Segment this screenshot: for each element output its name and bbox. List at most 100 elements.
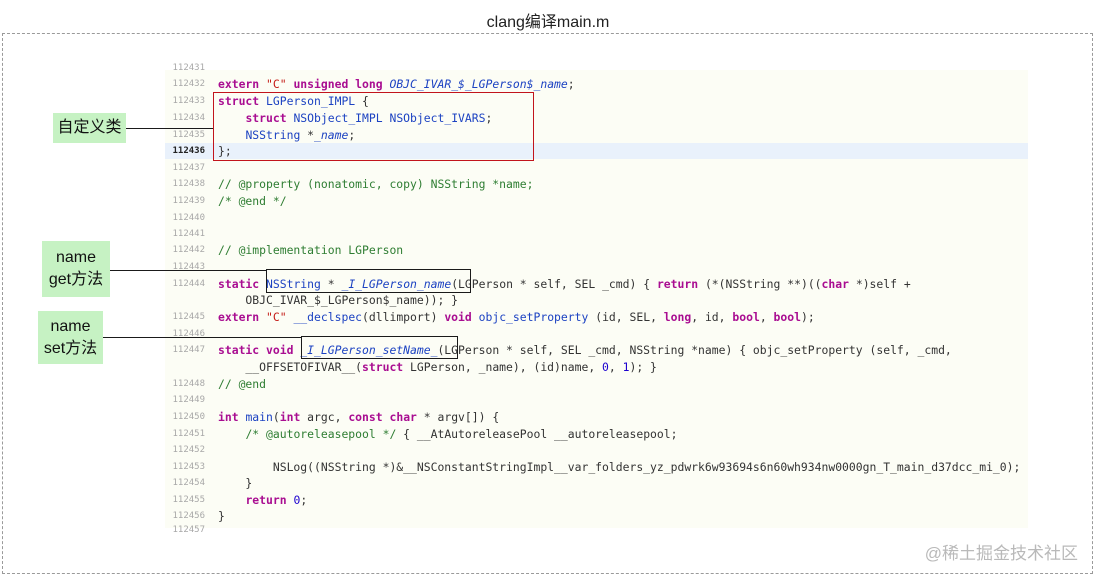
code-token: struct — [362, 360, 404, 374]
name-setter-label: name set方法 — [38, 311, 103, 364]
code-token: (*(NSString **)(( — [698, 277, 822, 291]
line-number: 112446 — [172, 329, 205, 339]
code-token: main — [245, 410, 273, 424]
line-number: 112434 — [172, 113, 205, 123]
name-getter-label: name get方法 — [42, 241, 110, 297]
line-number: 112455 — [172, 495, 205, 505]
name-getter-label-line2: get方法 — [48, 271, 104, 288]
code-line: 112447 static void _I_LGPerson_setName_(L… — [165, 342, 952, 359]
code-line: 112431 — [165, 60, 218, 77]
code-token: * argv[]) { — [416, 410, 500, 424]
code-line: 112432 extern "C" unsigned long OBJC_IVAR… — [165, 76, 575, 93]
code-token: } — [218, 476, 253, 490]
code-token: ); — [800, 310, 815, 324]
code-token: argc, — [300, 410, 349, 424]
code-token: __OFFSETOFIVAR__( — [218, 360, 363, 374]
custom-class-label: 自定义类 — [53, 113, 126, 143]
code-line: 112457 — [165, 522, 218, 539]
code-line: 112438 // @property (nonatomic, copy) NSS… — [165, 176, 533, 193]
custom-class-leader-line — [126, 128, 213, 129]
code-token: "C" — [266, 310, 287, 324]
line-number: 112437 — [172, 163, 205, 173]
code-token: __declspec — [293, 310, 363, 324]
line-number: 112439 — [172, 196, 205, 206]
line-number: 112453 — [172, 462, 205, 472]
code-line: 112442 // @implementation LGPerson — [165, 242, 403, 259]
line-number: 112445 — [172, 312, 205, 322]
code-line: 112445 extern "C" __declspec(dllimport) v… — [165, 309, 815, 326]
code-token: (id, SEL, — [588, 310, 664, 324]
code-line: 112439 /* @end */ — [165, 193, 287, 210]
code-token: static void — [218, 343, 294, 357]
code-token: ; — [567, 77, 575, 91]
code-line: 112441 — [165, 226, 218, 243]
code-token: ); } — [629, 360, 657, 374]
line-number: 112454 — [172, 478, 205, 488]
code-token: return — [656, 277, 699, 291]
name-setter-label-line1: name — [50, 317, 91, 335]
code-token: // @property (nonatomic, copy) NSString … — [218, 177, 534, 191]
code-token: (LGPerson * self, SEL _cmd) { — [451, 277, 657, 291]
code-line: 112446 — [165, 326, 218, 343]
code-token: } — [218, 509, 225, 523]
code-line: 112453 NSLog((NSString *)&__NSConstantSt… — [165, 459, 1020, 476]
getter-leader-line — [110, 270, 266, 271]
code-token: unsigned long — [293, 77, 383, 91]
page-title: clang编译main.m — [486, 14, 610, 31]
code-line: 112455 return 0; — [165, 492, 307, 509]
line-number: 112432 — [172, 79, 205, 89]
line-number: 112431 — [172, 63, 205, 73]
code-line: 112437 — [165, 160, 218, 177]
code-token: , — [608, 360, 623, 374]
code-token: (LGPerson * self, SEL _cmd, NSString *na… — [437, 343, 952, 357]
line-number: 112452 — [172, 445, 205, 455]
line-number: 112433 — [172, 96, 205, 106]
code-token: { __AtAutoreleasePool __autoreleasepool; — [396, 427, 678, 441]
code-token: // @implementation LGPerson — [218, 243, 404, 257]
code-line: 112440 — [165, 210, 218, 227]
line-number: 112449 — [172, 395, 205, 405]
code-line: 112449 — [165, 392, 218, 409]
line-number: 112435 — [172, 130, 205, 140]
getter-highlight-box — [266, 269, 471, 293]
code-token: 0 — [602, 360, 609, 374]
line-number: 112444 — [172, 279, 205, 289]
code-token: char — [821, 277, 849, 291]
line-number: 112450 — [172, 412, 205, 422]
code-line: 112443 — [165, 259, 218, 276]
code-token: void — [444, 310, 472, 324]
line-number: 112457 — [172, 525, 205, 535]
code-token: static — [218, 277, 260, 291]
line-number: 112442 — [172, 245, 205, 255]
line-number: 112448 — [172, 379, 205, 389]
name-setter-label-line2: set方法 — [43, 339, 98, 357]
code-token: (dllimport) — [362, 310, 445, 324]
code-line: 112454 } — [165, 475, 252, 492]
code-line: __OFFSETOFIVAR__(struct LGPerson, _name)… — [165, 359, 657, 376]
code-token: "C" — [266, 77, 287, 91]
code-line: 112450 int main(int argc, const char * ar… — [165, 409, 499, 426]
code-token: int — [279, 410, 301, 424]
code-token: bool — [732, 310, 760, 324]
line-number: 112438 — [172, 179, 205, 189]
line-number: 112443 — [172, 262, 205, 272]
code-token: int — [218, 410, 239, 424]
code-token: /* @end */ — [218, 194, 287, 208]
line-number: 112451 — [172, 429, 205, 439]
code-token: *)self + — [848, 277, 911, 291]
code-line: 112451 /* @autoreleasepool */ { __AtAuto… — [165, 426, 677, 443]
setter-highlight-box — [301, 336, 458, 359]
code-token: NSLog((NSString *)&__NSConstantStringImp… — [218, 460, 1021, 474]
code-token: long — [663, 310, 692, 324]
line-number: 112441 — [172, 229, 205, 239]
code-token: LGPerson, _name), (id)name, — [403, 360, 603, 374]
code-token: /* @autoreleasepool */ — [245, 427, 397, 441]
code-token: // @end — [218, 377, 267, 391]
line-number: 112447 — [172, 345, 205, 355]
